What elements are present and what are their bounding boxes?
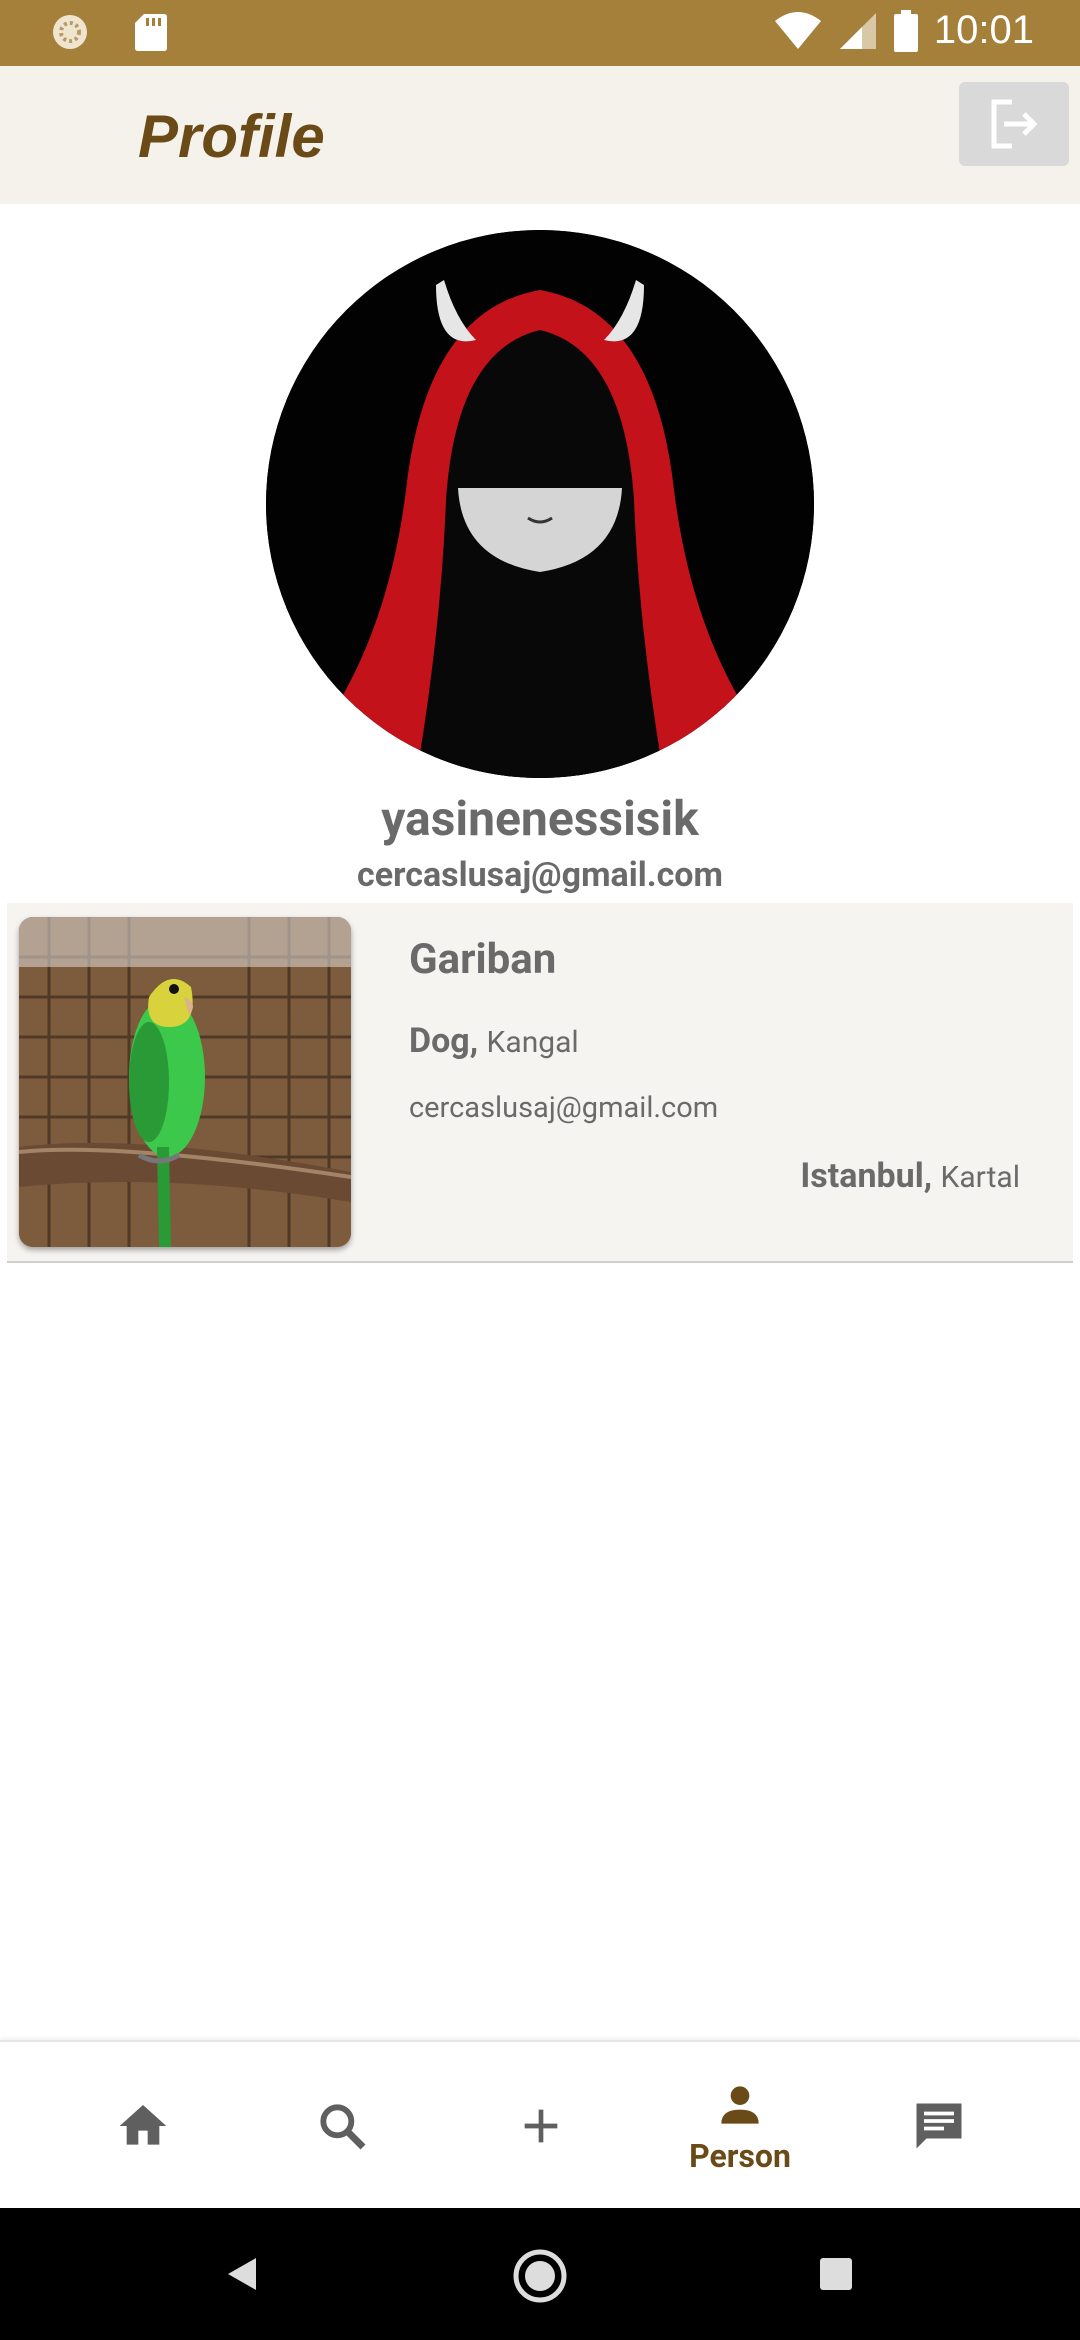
pet-owner-email: cercaslusaj@gmail.com (409, 1091, 719, 1125)
page-title: Profile (138, 103, 325, 170)
person-icon (721, 2086, 759, 2124)
status-time: 10:01 (933, 8, 1034, 52)
nav-add[interactable] (471, 2042, 611, 2210)
battery-icon (893, 9, 918, 52)
pet-district: Kartal (940, 1160, 1020, 1195)
nav-person-label: Person (689, 2137, 791, 2175)
pet-card[interactable]: Gariban Dog, Kangal cercaslusaj@gmail.co… (7, 903, 1073, 1263)
profile-username: yasinenessisik (381, 790, 699, 847)
pet-breed: Kangal (486, 1025, 579, 1060)
home-icon (119, 2105, 167, 2145)
status-bar: 10:01 (0, 0, 1080, 66)
pet-type: Dog (409, 1021, 470, 1061)
add-icon (524, 2109, 558, 2143)
profile-avatar (266, 230, 814, 778)
sd-card-icon (135, 14, 167, 51)
pet-name: Gariban (409, 935, 557, 984)
app-bar: Profile (0, 66, 1080, 204)
pet-city: Istanbul (800, 1156, 924, 1196)
system-navigation-bar (0, 2208, 1080, 2340)
pet-photo (19, 917, 351, 1247)
pet-location-separator: , (923, 1156, 941, 1196)
bottom-navigation: Person (0, 2040, 1080, 2210)
pet-type-row: Dog, Kangal (409, 1021, 579, 1061)
nav-person[interactable]: Person (670, 2042, 810, 2210)
pet-type-separator: , (469, 1021, 487, 1061)
wifi-icon (774, 11, 821, 49)
profile-email: cercaslusaj@gmail.com (357, 855, 723, 895)
pet-location-row: Istanbul, Kartal (800, 1156, 1020, 1196)
nav-messages[interactable] (869, 2042, 1009, 2210)
nav-search[interactable] (272, 2042, 412, 2210)
home-circle-icon[interactable] (512, 2248, 568, 2304)
logout-icon (991, 99, 1038, 149)
logout-button[interactable] (959, 82, 1069, 166)
loading-icon (53, 15, 87, 49)
recents-icon[interactable] (818, 2256, 854, 2292)
nav-home[interactable] (73, 2042, 213, 2210)
search-icon (320, 2104, 366, 2150)
cell-signal-icon (839, 12, 876, 49)
back-icon[interactable] (222, 2254, 262, 2294)
message-icon (916, 2103, 962, 2149)
